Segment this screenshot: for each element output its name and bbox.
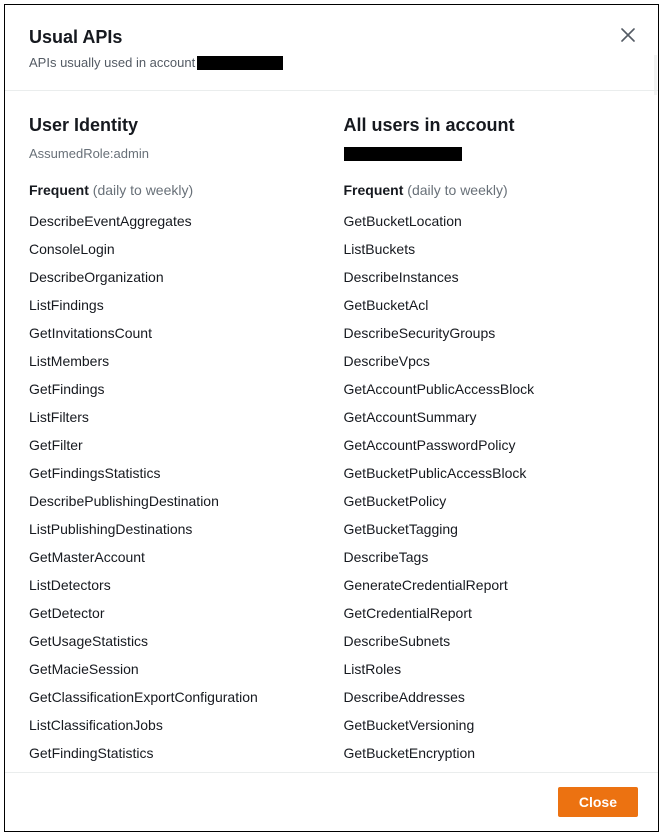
list-item: GetBucketPolicy (344, 488, 635, 516)
modal-footer: Close (5, 772, 658, 831)
list-item: DescribeSecurityGroups (344, 320, 635, 348)
list-item: DescribeAddresses (344, 684, 635, 712)
list-item: GetFindingsStatistics (29, 460, 320, 488)
list-item: DescribeTags (344, 544, 635, 572)
column-left-subtitle: AssumedRole:admin (29, 145, 320, 161)
frequent-label-left: Frequent (daily to weekly) (29, 181, 320, 201)
list-item: GenerateCredentialReport (344, 572, 635, 600)
api-list-left: DescribeEventAggregatesConsoleLoginDescr… (29, 208, 320, 767)
list-item: ListRoles (344, 656, 635, 684)
modal-title: Usual APIs (29, 25, 634, 50)
api-list-right: GetBucketLocationListBucketsDescribeInst… (344, 208, 635, 767)
list-item: GetBucketLocation (344, 208, 635, 236)
list-item: GetClassificationExportConfiguration (29, 684, 320, 712)
frequent-label-right: Frequent (daily to weekly) (344, 181, 635, 201)
column-all-users: All users in account Frequent (daily to … (344, 113, 635, 762)
account-scope-redacted (344, 147, 462, 161)
list-item: GetMacieSession (29, 656, 320, 684)
list-item: ListFindings (29, 292, 320, 320)
column-left-title: User Identity (29, 113, 320, 138)
list-item: GetInvitationsCount (29, 320, 320, 348)
list-item: GetAccountPasswordPolicy (344, 432, 635, 460)
frequent-text: Frequent (344, 182, 404, 198)
list-item: DescribeEventAggregates (29, 208, 320, 236)
close-button[interactable]: Close (558, 787, 638, 817)
usual-apis-modal: Usual APIs APIs usually used in account … (4, 4, 659, 832)
column-user-identity: User Identity AssumedRole:admin Frequent… (29, 113, 320, 762)
list-item: ListPublishingDestinations (29, 516, 320, 544)
list-item: DescribePublishingDestination (29, 488, 320, 516)
list-item: GetBucketPublicAccessBlock (344, 460, 635, 488)
list-item: ListDetectors (29, 572, 320, 600)
close-icon-svg (621, 28, 635, 42)
modal-header: Usual APIs APIs usually used in account (5, 5, 658, 91)
list-item: GetBucketEncryption (344, 740, 635, 768)
list-item: ListClassificationJobs (29, 712, 320, 740)
list-item: GetCredentialReport (344, 600, 635, 628)
list-item: GetDetector (29, 600, 320, 628)
list-item: ListMembers (29, 348, 320, 376)
list-item: GetFilter (29, 432, 320, 460)
list-item: DescribeVpcs (344, 348, 635, 376)
list-item: GetMasterAccount (29, 544, 320, 572)
list-item: GetBucketVersioning (344, 712, 635, 740)
column-right-title: All users in account (344, 113, 635, 138)
modal-body: User Identity AssumedRole:admin Frequent… (5, 91, 658, 772)
list-item: GetFindings (29, 376, 320, 404)
list-item: ListFilters (29, 404, 320, 432)
modal-subtitle-text: APIs usually used in account (29, 54, 195, 72)
column-right-subtitle (344, 145, 635, 161)
frequent-hint: (daily to weekly) (93, 182, 193, 198)
list-item: GetBucketAcl (344, 292, 635, 320)
frequent-hint: (daily to weekly) (407, 182, 507, 198)
frequent-text: Frequent (29, 182, 89, 198)
list-item: GetBucketTagging (344, 516, 635, 544)
modal-subtitle: APIs usually used in account (29, 54, 634, 72)
list-item: ListBuckets (344, 236, 635, 264)
list-item: GetFindingStatistics (29, 740, 320, 768)
list-item: GetUsageStatistics (29, 628, 320, 656)
list-item: ConsoleLogin (29, 236, 320, 264)
list-item: DescribeInstances (344, 264, 635, 292)
close-icon[interactable] (616, 23, 640, 47)
list-item: GetAccountSummary (344, 404, 635, 432)
list-item: DescribeOrganization (29, 264, 320, 292)
list-item: GetAccountPublicAccessBlock (344, 376, 635, 404)
account-id-redacted (197, 56, 283, 70)
list-item: DescribeSubnets (344, 628, 635, 656)
